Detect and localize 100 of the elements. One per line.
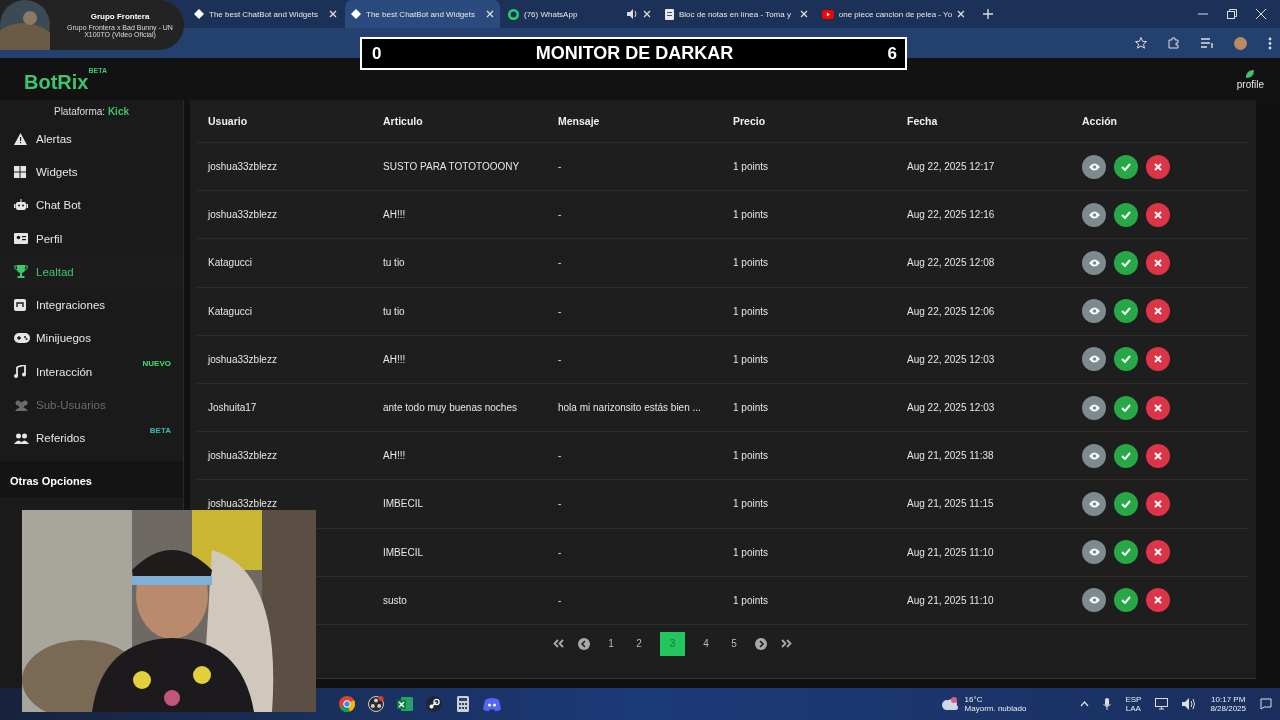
profile-link[interactable]: profile <box>1236 68 1264 90</box>
chevron-up-icon[interactable] <box>1080 701 1090 707</box>
logo[interactable]: BotRix <box>24 70 89 94</box>
cloud-icon <box>940 697 959 711</box>
sidebar-item[interactable]: Perfil <box>0 221 183 256</box>
new-tab-icon[interactable] <box>983 9 993 19</box>
spreadsheet-icon[interactable] <box>397 696 413 712</box>
view-button[interactable] <box>1082 250 1106 275</box>
keyboard-layout[interactable]: LAA <box>1125 704 1141 713</box>
table-cell-text: Aug 21, 2025 11:10 <box>906 546 995 558</box>
approve-button[interactable] <box>1114 443 1138 468</box>
clock-time[interactable]: 10:17 PM <box>1211 695 1246 704</box>
table-cell-text: joshua33zblezz <box>206 450 278 462</box>
obs-icon[interactable] <box>368 696 384 712</box>
sidebar-item[interactable]: Interacción NUEVO <box>0 355 183 389</box>
next-icon[interactable] <box>755 637 767 650</box>
column-header: Acción <box>1081 115 1118 127</box>
restore-icon[interactable] <box>1227 9 1237 19</box>
reject-button[interactable] <box>1146 347 1170 372</box>
approve-button[interactable] <box>1114 202 1138 227</box>
volume-icon[interactable] <box>1182 698 1197 710</box>
warning-icon <box>14 132 27 145</box>
table-cell-text: ante todo muy buenas noches <box>382 402 518 414</box>
language[interactable]: ESP <box>1125 695 1142 704</box>
notification-icon[interactable] <box>1260 698 1272 710</box>
close-icon[interactable] <box>1256 9 1266 19</box>
close-icon[interactable] <box>643 10 651 18</box>
close-icon[interactable] <box>329 10 337 18</box>
close-icon[interactable] <box>800 10 808 18</box>
view-button[interactable] <box>1082 202 1106 227</box>
view-button[interactable] <box>1082 299 1106 324</box>
page-button[interactable]: 2 <box>632 631 646 656</box>
clock-date[interactable]: 8/28/2025 <box>1210 704 1246 713</box>
calculator-icon[interactable] <box>457 696 469 712</box>
close-icon <box>1154 162 1162 171</box>
sidebar-item[interactable]: Widgets <box>0 155 183 189</box>
steam-icon[interactable] <box>426 696 442 712</box>
sidebar-item[interactable]: Integraciones <box>0 288 183 322</box>
double-right-icon[interactable] <box>781 639 792 649</box>
table-cell-text: Aug 21, 2025 11:10 <box>906 594 995 606</box>
chat-icon <box>508 8 519 20</box>
page-button[interactable]: 5 <box>727 631 741 656</box>
approve-button[interactable] <box>1114 395 1138 420</box>
approve-button[interactable] <box>1114 250 1138 275</box>
table-cell-text: Katagucci <box>207 305 253 317</box>
close-icon <box>1154 548 1162 557</box>
chrome-icon[interactable] <box>339 696 355 712</box>
approve-button[interactable] <box>1114 299 1138 324</box>
approve-button[interactable] <box>1114 540 1138 565</box>
view-button[interactable] <box>1082 443 1106 468</box>
avatar-icon[interactable] <box>1234 36 1247 50</box>
close-icon <box>1154 403 1162 412</box>
close-icon[interactable] <box>486 10 494 18</box>
table-cell-text: 1 points <box>732 546 770 558</box>
reject-button[interactable] <box>1146 250 1170 275</box>
banner-title: MONITOR DE DARKAR <box>535 43 734 64</box>
view-button[interactable] <box>1082 491 1106 516</box>
sidebar-item[interactable]: Alertas <box>0 122 183 156</box>
view-button[interactable] <box>1082 347 1106 372</box>
reject-button[interactable] <box>1146 395 1170 420</box>
reject-button[interactable] <box>1146 588 1170 613</box>
approve-button[interactable] <box>1114 588 1138 613</box>
reject-button[interactable] <box>1146 154 1170 179</box>
page-button[interactable]: 1 <box>604 631 618 656</box>
approve-button[interactable] <box>1114 154 1138 179</box>
check-icon <box>1121 162 1131 171</box>
reject-button[interactable] <box>1146 299 1170 324</box>
table-cell-text: - <box>557 353 563 365</box>
browser-tab[interactable]: one piece cancion de pelea - Yo <box>816 0 971 28</box>
menu-icon[interactable] <box>1268 36 1272 50</box>
check-icon <box>1121 258 1131 267</box>
star-icon[interactable] <box>1135 37 1147 49</box>
microphone-icon[interactable] <box>1103 698 1112 710</box>
view-button[interactable] <box>1082 395 1106 420</box>
view-button[interactable] <box>1082 154 1106 179</box>
game-controller-icon[interactable] <box>483 696 501 712</box>
sidebar-item[interactable]: Referidos BETA <box>0 421 183 455</box>
double-left-icon[interactable] <box>553 639 564 649</box>
sidebar-item[interactable]: Chat Bot <box>0 188 183 222</box>
browser-tab[interactable]: The best ChatBot and Widgets <box>345 0 500 28</box>
browser-tab[interactable]: The best ChatBot and Widgets <box>188 0 343 28</box>
view-button[interactable] <box>1082 540 1106 565</box>
reject-button[interactable] <box>1146 540 1170 565</box>
reject-button[interactable] <box>1146 443 1170 468</box>
table-cell-text: 1 points <box>732 498 770 510</box>
previous-icon[interactable] <box>578 637 590 650</box>
list-icon[interactable] <box>1201 37 1213 49</box>
sidebar-item[interactable]: Minijuegos <box>0 321 183 356</box>
reject-button[interactable] <box>1146 491 1170 516</box>
page-button[interactable]: 4 <box>699 631 713 656</box>
browser-tab[interactable]: (76) WhatsApp <box>502 0 657 28</box>
reject-button[interactable] <box>1146 202 1170 227</box>
approve-button[interactable] <box>1114 347 1138 372</box>
view-button[interactable] <box>1082 588 1106 613</box>
close-icon[interactable] <box>957 10 965 18</box>
table-cell-text: Aug 22, 2025 12:08 <box>906 257 996 269</box>
approve-button[interactable] <box>1114 491 1138 516</box>
puzzle-icon[interactable] <box>1168 37 1180 49</box>
browser-tab[interactable]: Bloc de notas en línea - Toma y <box>659 0 814 28</box>
network-icon[interactable] <box>1155 698 1169 710</box>
